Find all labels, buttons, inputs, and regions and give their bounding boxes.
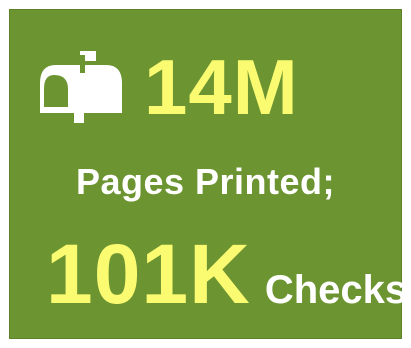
checks-count: 101K	[46, 227, 251, 321]
stats-card: 14M Pages Printed; 101K Checks	[9, 9, 407, 339]
pages-count: 14M	[144, 43, 299, 131]
pages-printed-label: Pages Printed;	[75, 161, 336, 202]
mailbox-icon	[40, 51, 122, 123]
pages-stat-row: 14M	[36, 48, 299, 126]
checks-stat-row: 101K Checks	[46, 232, 407, 316]
checks-label: Checks	[264, 268, 408, 312]
